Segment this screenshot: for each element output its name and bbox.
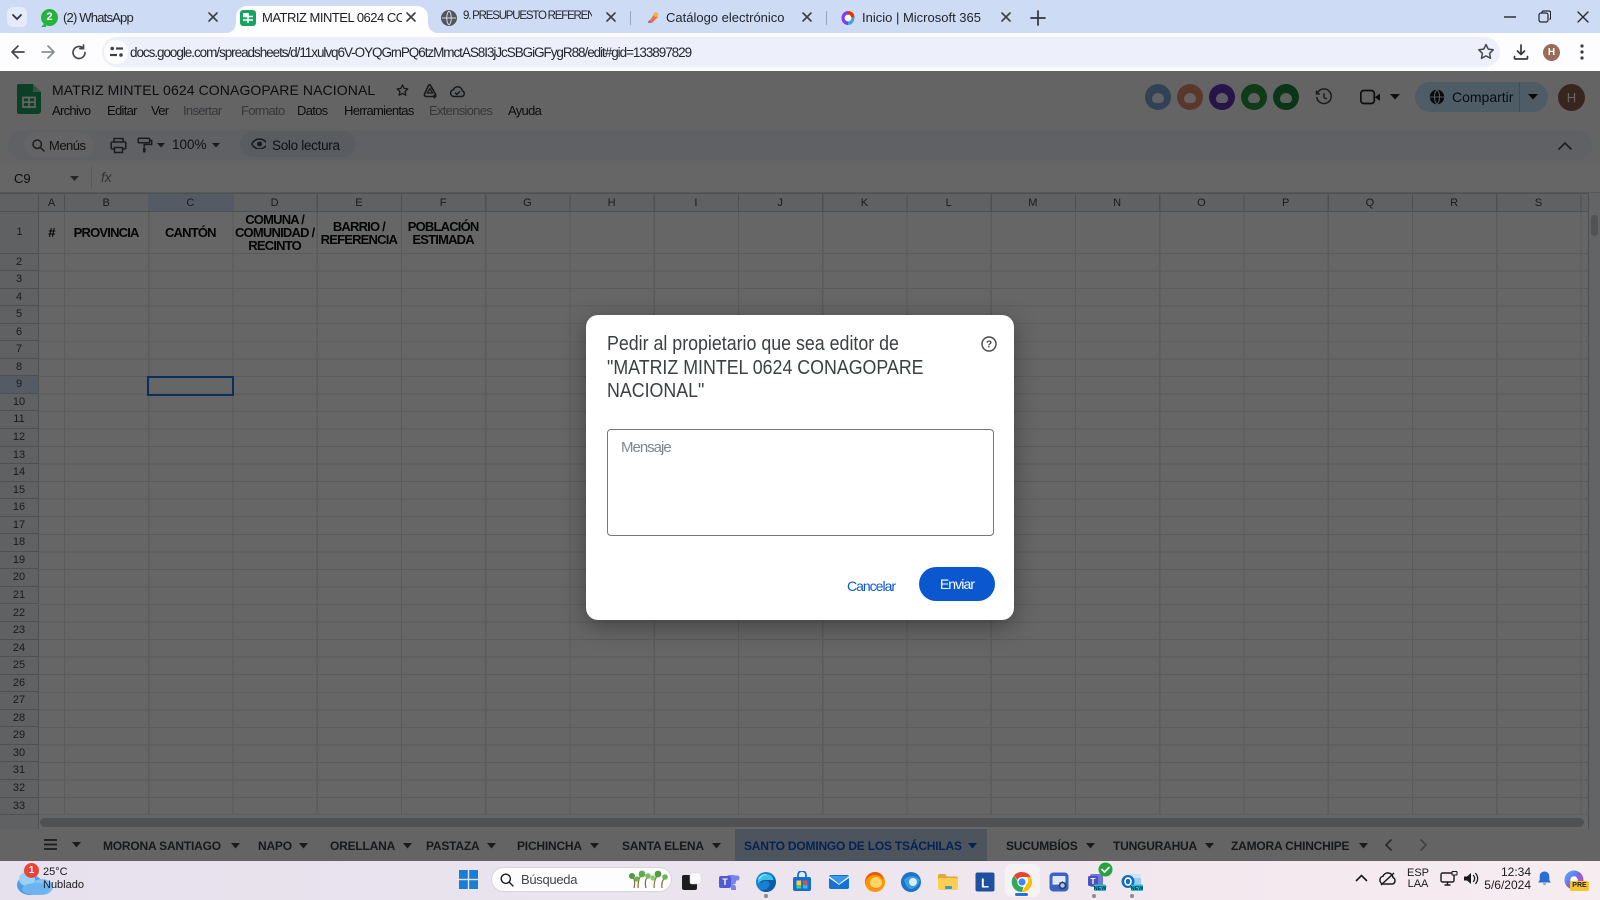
svg-text:NEW: NEW: [1131, 886, 1143, 892]
svg-text:?: ?: [986, 340, 992, 351]
svg-text:L: L: [981, 876, 989, 891]
svg-text:NEW: NEW: [1094, 886, 1108, 892]
svg-text:T: T: [722, 877, 728, 887]
